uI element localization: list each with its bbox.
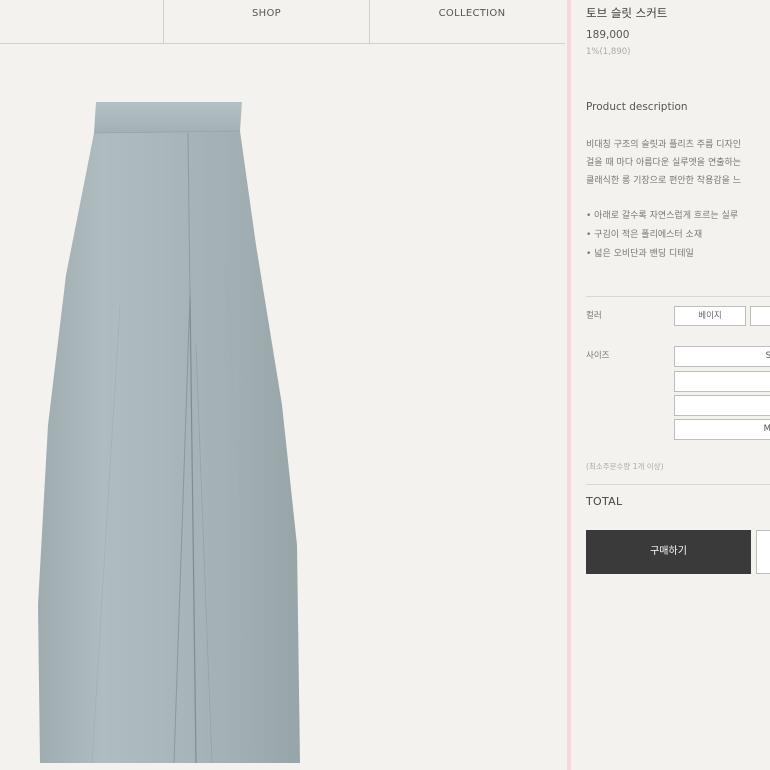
product-name: 토브 슬릿 스커트 bbox=[586, 6, 668, 20]
feature-bullet: • 넓은 오비단과 밴딩 디테일 bbox=[586, 249, 694, 259]
nav-link-collection[interactable]: COLLECTION bbox=[370, 0, 574, 28]
skirt-body bbox=[38, 131, 300, 763]
description-line: 비대칭 구조의 슬릿과 플리츠 주름 디자인 bbox=[586, 140, 742, 150]
minimum-quantity-note: (최소주문수량 1개 이상) bbox=[586, 462, 664, 471]
top-navigation: SHOP COLLECTION bbox=[0, 0, 565, 44]
product-image[interactable] bbox=[0, 45, 565, 770]
buy-now-button[interactable]: 구매하기 bbox=[586, 530, 751, 574]
color-option-beige[interactable]: 베이지 bbox=[674, 306, 746, 326]
product-details: 토브 슬릿 스커트 189,000 1%(1,890) Product desc… bbox=[572, 0, 770, 770]
product-points: 1%(1,890) bbox=[586, 47, 631, 57]
nav-cell-collection: COLLECTION bbox=[370, 0, 565, 44]
nav-cell-blank bbox=[0, 0, 164, 44]
section-divider bbox=[586, 484, 770, 485]
product-price: 189,000 bbox=[586, 29, 630, 41]
description-title: Product description bbox=[586, 101, 688, 113]
color-option-second[interactable] bbox=[750, 306, 770, 326]
size-option-m[interactable]: M bbox=[674, 419, 770, 440]
feature-bullet: • 아래로 갈수록 자연스럽게 흐르는 실루 bbox=[586, 211, 739, 221]
size-option-label: 사이즈 bbox=[586, 351, 610, 361]
skirt-waistband bbox=[94, 102, 242, 133]
nav-cell-shop: SHOP bbox=[164, 0, 370, 44]
feature-bullet: • 구김이 적은 폴리에스터 소재 bbox=[586, 230, 703, 240]
size-option[interactable] bbox=[674, 371, 770, 392]
nav-link-shop[interactable]: SHOP bbox=[164, 0, 369, 28]
column-divider bbox=[567, 0, 571, 770]
description-line: 걸을 때 마다 아름다운 실루엣을 연출하는 bbox=[586, 158, 742, 168]
description-line: 클래식한 롱 기장으로 편안한 착용감을 느 bbox=[586, 176, 742, 186]
product-page: SHOP COLLECTION 토브 슬릿 스커트 189,000 1%(1,8… bbox=[0, 0, 770, 770]
section-divider bbox=[586, 296, 770, 297]
total-label: TOTAL bbox=[586, 495, 623, 508]
add-to-cart-button[interactable] bbox=[756, 530, 770, 574]
color-option-label: 컬러 bbox=[586, 311, 602, 321]
size-option[interactable] bbox=[674, 395, 770, 416]
skirt-illustration bbox=[38, 102, 300, 764]
size-option-s[interactable]: S bbox=[674, 346, 770, 367]
